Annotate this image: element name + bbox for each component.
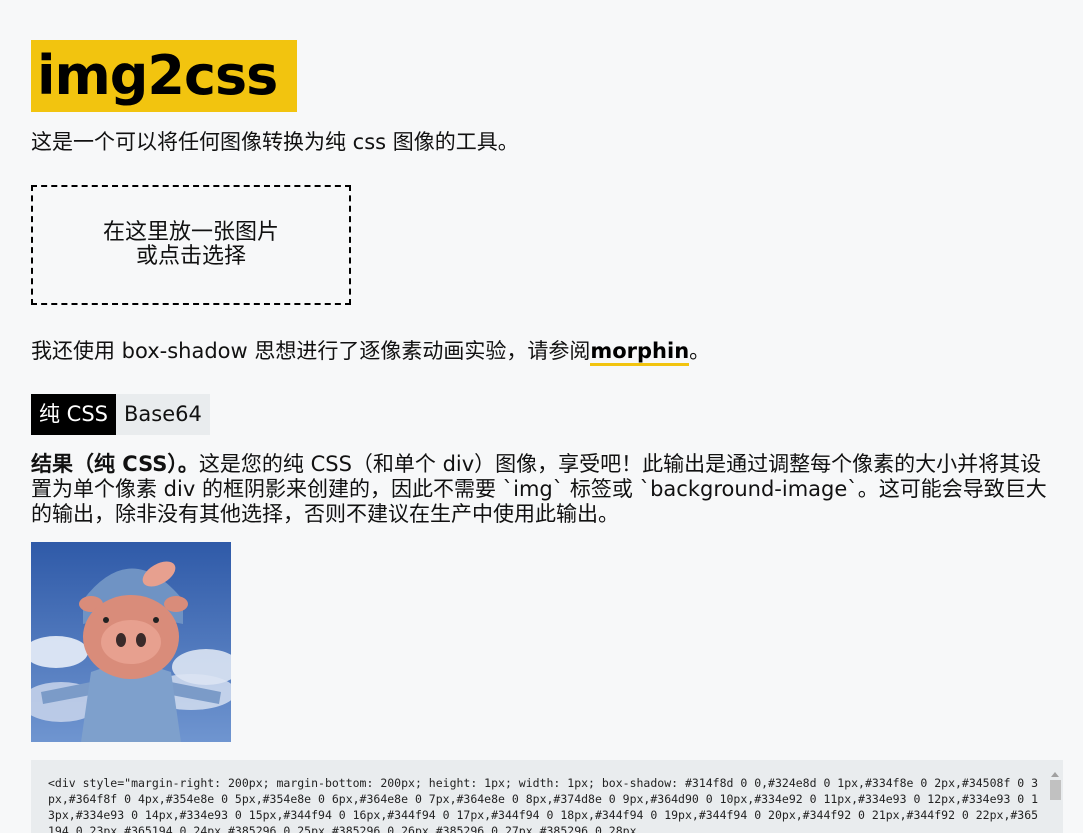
tagline: 这是一个可以将任何图像转换为纯 css 图像的工具。 (31, 130, 519, 154)
dropzone-label-line2: 或点击选择 (135, 244, 246, 269)
page: img2css 这是一个可以将任何图像转换为纯 css 图像的工具。 在这里放一… (0, 0, 1083, 833)
experiment-note: 我还使用 box-shadow 思想进行了逐像素动画实验，请参阅morphin。 (31, 337, 711, 366)
result-heading: 结果（纯 CSS）。 (31, 452, 199, 476)
result-description: 结果（纯 CSS）。这是您的纯 CSS（和单个 div）图像，享受吧！此输出是通… (31, 452, 1061, 527)
pig-plush-image (31, 542, 231, 742)
morphin-link[interactable]: morphin (590, 339, 690, 366)
preview-image (31, 542, 231, 742)
scroll-up-arrow-icon[interactable] (1051, 772, 1059, 777)
css-output-code[interactable]: <div style="margin-right: 200px; margin-… (31, 760, 1063, 833)
experiment-text: 我还使用 box-shadow 思想进行了逐像素动画实验，请参阅 (31, 339, 591, 363)
tab-base64[interactable]: Base64 (116, 394, 210, 435)
tab-pure-css[interactable]: 纯 CSS (31, 394, 116, 435)
output-tabs: 纯 CSS Base64 (31, 394, 210, 435)
logo: img2css (31, 40, 297, 112)
scroll-thumb[interactable] (1050, 780, 1061, 800)
image-dropzone[interactable]: 在这里放一张图片 或点击选择 (31, 185, 351, 305)
experiment-suffix: 。 (689, 339, 711, 363)
code-scrollbar[interactable] (1047, 772, 1063, 833)
dropzone-label-line1: 在这里放一张图片 (102, 220, 279, 245)
css-output-text: <div style="margin-right: 200px; margin-… (48, 776, 1039, 833)
